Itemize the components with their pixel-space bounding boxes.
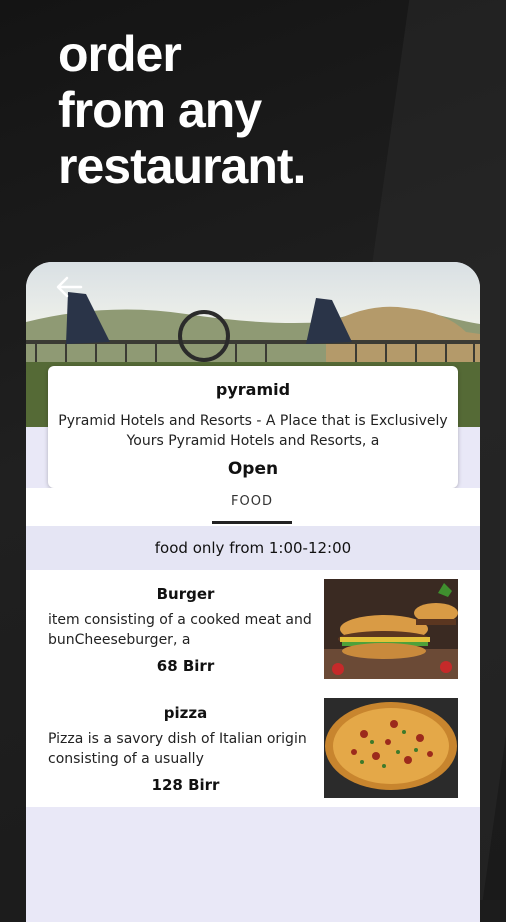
menu-item-burger[interactable]: Burger item consisting of a cooked meat …: [26, 570, 480, 688]
menu-list: Burger item consisting of a cooked meat …: [26, 570, 480, 807]
restaurant-description: Pyramid Hotels and Resorts - A Place tha…: [58, 413, 448, 449]
tab-active-indicator: [212, 521, 292, 524]
menu-item-price: 128 Birr: [151, 776, 220, 794]
pizza-image: [324, 698, 458, 798]
hours-notice: food only from 1:00-12:00: [26, 526, 480, 570]
headline-line-2: from any: [58, 82, 262, 138]
restaurant-status: Open: [227, 459, 279, 479]
promo-headline: order from any restaurant.: [58, 26, 478, 194]
headline-line-1: order: [58, 26, 182, 82]
headline-line-3: restaurant.: [58, 138, 306, 194]
menu-item-description: Pizza is a savory dish of Italian origin…: [48, 731, 307, 767]
restaurant-info-card: pyramid Pyramid Hotels and Resorts - A P…: [48, 366, 458, 488]
burger-image: [324, 579, 458, 679]
back-button[interactable]: [52, 272, 86, 306]
restaurant-name: pyramid: [215, 380, 291, 399]
menu-item-description: item consisting of a cooked meat and bun…: [48, 612, 312, 648]
menu-item-title: pizza: [163, 704, 208, 722]
menu-item-price: 68 Birr: [156, 657, 215, 675]
menu-item-title: Burger: [156, 585, 215, 603]
menu-item-pizza[interactable]: pizza Pizza is a savory dish of Italian …: [26, 689, 480, 807]
tab-bar: FOOD: [26, 488, 480, 526]
arrow-left-icon: [55, 276, 83, 302]
phone-screen: pyramid Pyramid Hotels and Resorts - A P…: [26, 262, 480, 922]
